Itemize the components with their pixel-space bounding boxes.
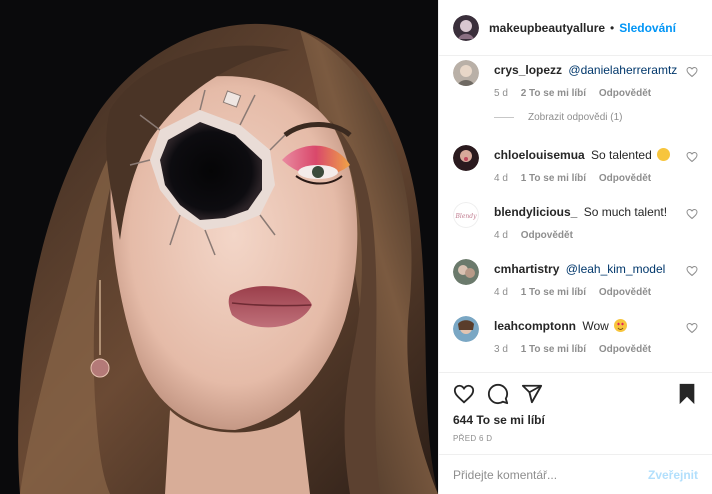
comment-item: Blendy blendylicious_ So much talent! 4 … (453, 202, 698, 254)
comment-item: crys_lopezz @danielaherreramtz 5 d 2 To … (453, 60, 698, 112)
comment-meta: 3 d 1 To se mi líbí Odpovědět (494, 344, 661, 355)
makeup-photo-illustration (0, 0, 438, 494)
comment-time[interactable]: 4 d (494, 173, 508, 184)
comment-mention[interactable]: @leah_kim_model (566, 262, 666, 276)
comment-likes[interactable]: 1 To se mi líbí (521, 344, 586, 355)
comment-message: Wow (582, 319, 609, 333)
share-icon[interactable] (521, 383, 543, 405)
comment-item: chloelouisemua So talented 4 d 1 To se m… (453, 145, 698, 197)
comment-time[interactable]: 5 d (494, 88, 508, 99)
comment-message: So much talent! (583, 205, 668, 219)
avatar[interactable] (453, 145, 479, 171)
replies-line (494, 117, 514, 118)
heart-icon[interactable] (453, 383, 475, 405)
comment-meta: 4 d Odpovědět (494, 230, 583, 241)
comment-time[interactable]: 3 d (494, 344, 508, 355)
comment-username[interactable]: chloelouisemua (494, 148, 585, 162)
reply-button[interactable]: Odpovědět (599, 287, 651, 298)
comment-text: crys_lopezz @danielaherreramtz (494, 62, 678, 78)
post-date[interactable]: PŘED 6 D (453, 434, 492, 443)
comment-likes[interactable]: 1 To se mi líbí (521, 287, 586, 298)
like-comment-heart-icon[interactable] (686, 322, 698, 334)
separator-dot: • (610, 20, 615, 35)
like-comment-heart-icon[interactable] (686, 208, 698, 220)
comment-time[interactable]: 4 d (494, 287, 508, 298)
post-photo[interactable] (0, 0, 438, 494)
smiling-face-icon (657, 148, 671, 161)
post-button[interactable]: Zveřejnit (648, 468, 698, 482)
like-comment-heart-icon[interactable] (686, 151, 698, 163)
post-dialog: makeupbeautyallure • Sledování crys_lope… (0, 0, 712, 494)
avatar[interactable]: Blendy (453, 202, 479, 228)
post-actions: 644 To se mi líbí PŘED 6 D (439, 372, 712, 464)
comment-item: leahcomptonn Wow 3 d 1 To se mi líbí Odp… (453, 316, 698, 368)
comment-mention[interactable]: @danielaherreramtz (568, 63, 677, 77)
reply-button[interactable]: Odpovědět (521, 230, 573, 241)
comment-username[interactable]: crys_lopezz (494, 63, 562, 77)
comment-username[interactable]: blendylicious_ (494, 205, 577, 219)
comment-item: cmhartistry @leah_kim_model 4 d 1 To se … (453, 259, 698, 311)
reply-button[interactable]: Odpovědět (599, 344, 651, 355)
bookmark-icon[interactable] (676, 383, 698, 405)
likes-count[interactable]: 644 To se mi líbí (453, 413, 545, 427)
heart-eyes-face-icon (614, 319, 628, 332)
like-comment-heart-icon[interactable] (686, 66, 698, 78)
comment-input[interactable] (453, 467, 648, 482)
comments-list[interactable]: crys_lopezz @danielaherreramtz 5 d 2 To … (439, 56, 712, 372)
like-comment-heart-icon[interactable] (686, 265, 698, 277)
comment-text: chloelouisemua So talented (494, 147, 678, 163)
post-sidebar: makeupbeautyallure • Sledování crys_lope… (438, 0, 712, 494)
comment-likes[interactable]: 2 To se mi líbí (521, 88, 586, 99)
reply-button[interactable]: Odpovědět (599, 88, 651, 99)
comment-message: So talented (591, 148, 652, 162)
comment-icon[interactable] (487, 383, 509, 405)
add-comment-bar: Zveřejnit (439, 454, 712, 494)
comment-username[interactable]: leahcomptonn (494, 319, 576, 333)
comment-username[interactable]: cmhartistry (494, 262, 559, 276)
view-replies-label[interactable]: Zobrazit odpovědi (1) (528, 112, 623, 123)
comment-time[interactable]: 4 d (494, 230, 508, 241)
avatar[interactable] (453, 316, 479, 342)
comment-meta: 4 d 1 To se mi líbí Odpovědět (494, 287, 661, 298)
avatar[interactable] (453, 60, 479, 86)
reply-button[interactable]: Odpovědět (599, 173, 651, 184)
comment-text: blendylicious_ So much talent! (494, 204, 678, 220)
view-replies[interactable]: Zobrazit odpovědi (1) (494, 112, 623, 123)
follow-button[interactable]: Sledování (619, 21, 676, 35)
comment-likes[interactable]: 1 To se mi líbí (521, 173, 586, 184)
post-header: makeupbeautyallure • Sledování (439, 0, 712, 56)
svg-text:Blendy: Blendy (455, 213, 478, 220)
comment-text: cmhartistry @leah_kim_model (494, 261, 678, 277)
header-username[interactable]: makeupbeautyallure (489, 21, 605, 35)
action-icons (453, 383, 698, 407)
comment-meta: 4 d 1 To se mi líbí Odpovědět (494, 173, 661, 184)
comment-meta: 5 d 2 To se mi líbí Odpovědět (494, 88, 661, 99)
comment-text: leahcomptonn Wow (494, 318, 678, 334)
avatar[interactable] (453, 259, 479, 285)
avatar[interactable] (453, 14, 479, 41)
